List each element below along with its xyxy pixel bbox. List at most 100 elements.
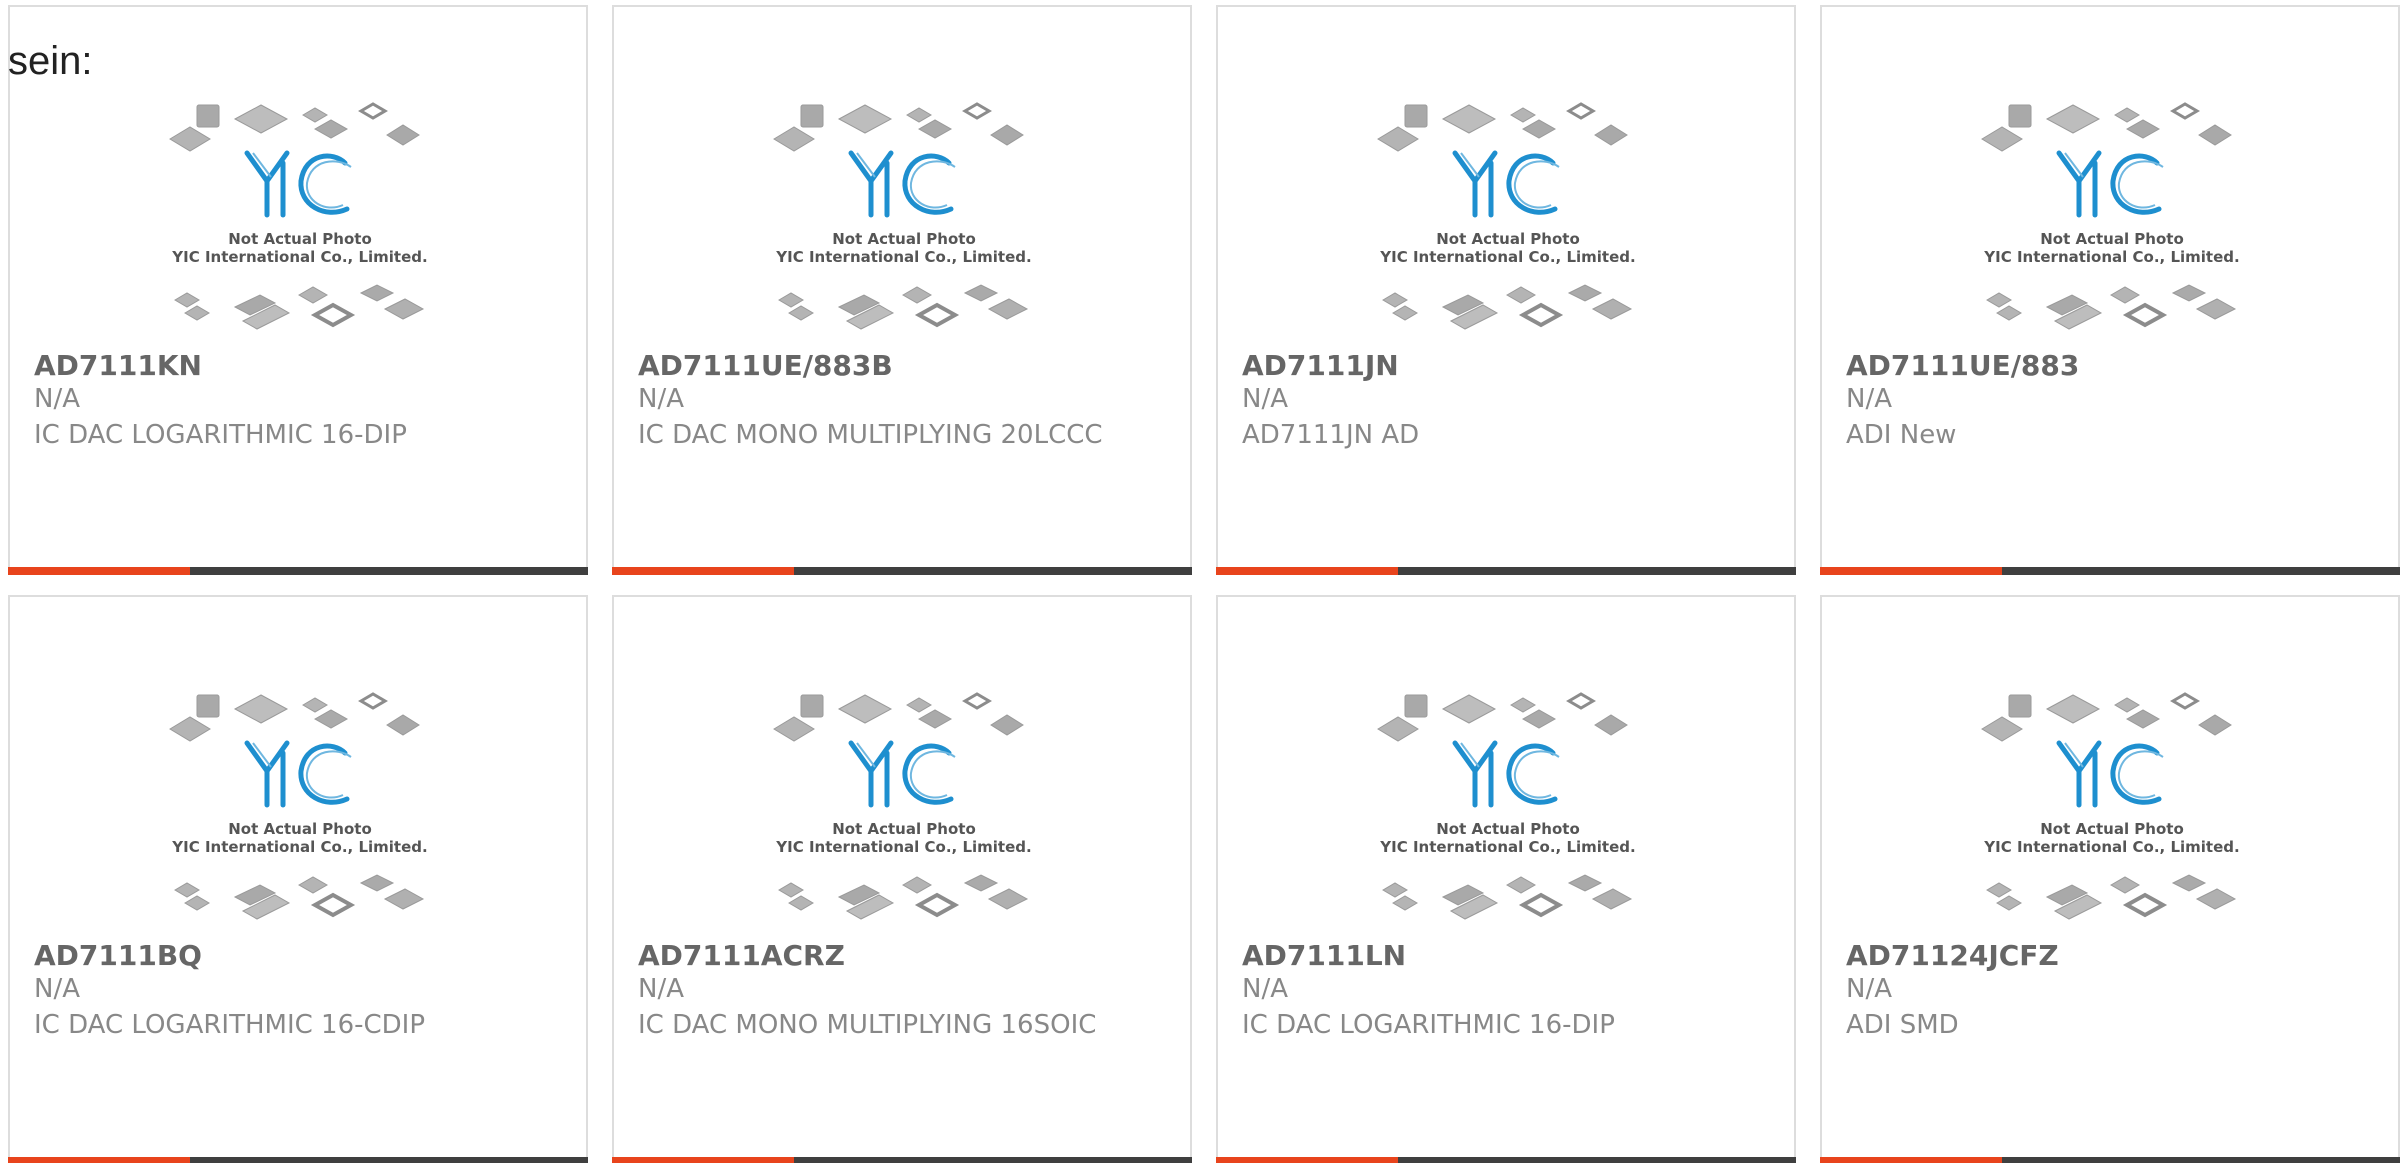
chip-icon [917, 709, 953, 729]
chip-icon [1986, 882, 2012, 898]
caption-line1: Not Actual Photo [2040, 230, 2184, 248]
product-card[interactable]: Not Actual Photo YIC International Co., … [1820, 5, 2400, 575]
product-description: IC DAC MONO MULTIPLYING 16SOIC [638, 1010, 1097, 1040]
chip-icon [788, 305, 814, 321]
chip-icon [2109, 286, 2141, 304]
card-bottom-bar [612, 1157, 1192, 1163]
chip-icon [383, 298, 425, 320]
chip-icon [2008, 104, 2032, 128]
chip-icon [837, 694, 893, 724]
product-part-number[interactable]: AD7111UE/883B [638, 349, 893, 382]
chip-icon [2198, 124, 2232, 146]
chip-icon [2122, 302, 2168, 328]
product-part-number[interactable]: AD7111ACRZ [638, 939, 845, 972]
card-accent-bar [8, 567, 190, 575]
chip-icon [1521, 119, 1557, 139]
chip-icon [1996, 895, 2022, 911]
caption-line1: Not Actual Photo [1436, 230, 1580, 248]
intro-text: sein: [8, 39, 93, 83]
chip-icon [1594, 124, 1628, 146]
caption-line1: Not Actual Photo [228, 820, 372, 838]
card-accent-bar [8, 1157, 190, 1163]
chip-icon [963, 284, 999, 302]
product-image-placeholder[interactable]: Not Actual Photo YIC International Co., … [1977, 687, 2247, 927]
chip-icon [1986, 292, 2012, 308]
card-bottom-bar [1216, 1157, 1796, 1163]
product-card[interactable]: Not Actual Photo YIC International Co., … [612, 595, 1192, 1163]
product-image-placeholder[interactable]: Not Actual Photo YIC International Co., … [769, 687, 1039, 927]
chip-icon [2008, 694, 2032, 718]
product-description: AD7111JN AD [1242, 420, 1420, 450]
product-image-placeholder[interactable]: Not Actual Photo YIC International Co., … [165, 97, 435, 337]
chip-icon [358, 102, 388, 120]
card-accent-bar [1216, 1157, 1398, 1163]
chip-icon [1377, 126, 1419, 152]
product-image-placeholder[interactable]: Not Actual Photo YIC International Co., … [1373, 687, 1643, 927]
product-part-number[interactable]: AD71124JCFZ [1846, 939, 2059, 972]
product-manufacturer: N/A [638, 384, 684, 414]
card-accent-bar [612, 1157, 794, 1163]
chip-icon [987, 888, 1029, 910]
product-part-number[interactable]: AD7111JN [1242, 349, 1399, 382]
product-description: ADI New [1846, 420, 1957, 450]
product-part-number[interactable]: AD7111LN [1242, 939, 1406, 972]
chip-icon [962, 102, 992, 120]
chip-icon [184, 895, 210, 911]
chip-icon [1505, 876, 1537, 894]
product-part-number[interactable]: AD7111UE/883 [1846, 349, 2079, 382]
product-image-placeholder[interactable]: Not Actual Photo YIC International Co., … [165, 687, 435, 927]
chip-packages-bottom [1986, 284, 2237, 330]
product-card[interactable]: Not Actual Photo YIC International Co., … [1216, 5, 1796, 575]
product-part-number[interactable]: AD7111BQ [34, 939, 202, 972]
chip-icon [1441, 104, 1497, 134]
chip-icon [1981, 126, 2023, 152]
chip-packages-bottom [1382, 874, 1633, 920]
chip-icon [184, 305, 210, 321]
product-part-number[interactable]: AD7111KN [34, 349, 202, 382]
product-grid-page: sein: Not Actual Photo YIC International… [0, 0, 2400, 1163]
chip-icon [2195, 298, 2237, 320]
chip-icon [1441, 694, 1497, 724]
product-card[interactable]: Not Actual Photo YIC International Co., … [8, 595, 588, 1163]
chip-icon [1377, 716, 1419, 742]
product-card[interactable]: Not Actual Photo YIC International Co., … [1820, 595, 2400, 1163]
chip-packages-bottom [778, 284, 1029, 330]
chip-icon [1404, 104, 1428, 128]
product-image-placeholder[interactable]: Not Actual Photo YIC International Co., … [769, 97, 1039, 337]
chip-icon [359, 284, 395, 302]
product-image-placeholder[interactable]: Not Actual Photo YIC International Co., … [1373, 97, 1643, 337]
chip-icon [1567, 284, 1603, 302]
caption-line1: Not Actual Photo [2040, 820, 2184, 838]
chip-icon [383, 888, 425, 910]
card-accent-bar [1820, 1157, 2002, 1163]
chip-icon [1981, 716, 2023, 742]
chip-icon [963, 874, 999, 892]
chip-icon [233, 694, 289, 724]
product-manufacturer: N/A [1242, 974, 1288, 1004]
chip-icon [2114, 107, 2140, 123]
chip-icon [302, 697, 328, 713]
chip-icon [1404, 694, 1428, 718]
chip-icon [1591, 888, 1633, 910]
chip-icon [169, 716, 211, 742]
product-image-placeholder[interactable]: Not Actual Photo YIC International Co., … [1977, 97, 2247, 337]
chip-icon [901, 876, 933, 894]
chip-packages-top [169, 102, 420, 152]
chip-icon [169, 126, 211, 152]
product-manufacturer: N/A [34, 384, 80, 414]
card-accent-bar [1820, 567, 2002, 575]
product-card[interactable]: Not Actual Photo YIC International Co., … [8, 5, 588, 575]
chip-icon [386, 124, 420, 146]
chip-icon [2171, 284, 2207, 302]
product-card[interactable]: Not Actual Photo YIC International Co., … [1216, 595, 1796, 1163]
chip-icon [297, 286, 329, 304]
chip-icon [990, 124, 1024, 146]
product-card[interactable]: Not Actual Photo YIC International Co., … [612, 5, 1192, 575]
chip-packages-top [1377, 692, 1628, 742]
chip-icon [990, 714, 1024, 736]
caption-line1: Not Actual Photo [832, 230, 976, 248]
product-description: IC DAC MONO MULTIPLYING 20LCCC [638, 420, 1103, 450]
chip-icon [800, 694, 824, 718]
chip-icon [1382, 882, 1408, 898]
chip-icon [1510, 107, 1536, 123]
